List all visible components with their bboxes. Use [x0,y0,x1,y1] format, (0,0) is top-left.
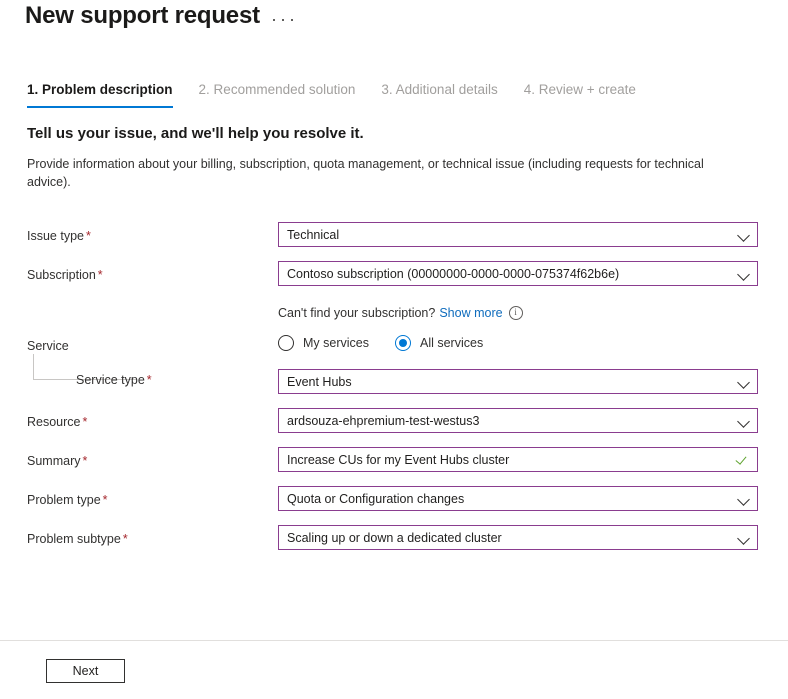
field-row-service: Service My services All services Service… [0,332,788,394]
radio-my-services[interactable]: My services [278,335,369,351]
section-description: Provide information about your billing, … [27,157,704,189]
subscription-dropdown[interactable]: Contoso subscription (00000000-0000-0000… [278,261,758,286]
field-row-problem-subtype: Problem subtype * Scaling up or down a de… [0,525,788,564]
radio-all-services[interactable]: All services [394,335,484,351]
info-icon[interactable] [508,305,523,320]
problem-subtype-dropdown[interactable]: Scaling up or down a dedicated cluster [278,525,758,550]
summary-input[interactable]: Increase CUs for my Event Hubs cluster [278,447,758,472]
issue-type-value: Technical [287,227,340,242]
summary-value: Increase CUs for my Event Hubs cluster [287,452,510,467]
radio-all-services-label: All services [419,336,484,350]
ellipsis-dot [282,19,284,21]
field-row-summary: Summary * Increase CUs for my Event Hubs … [0,447,788,486]
chevron-down-icon [737,267,751,281]
footer-divider [0,640,788,641]
service-type-label: Service type * [76,373,152,387]
page-header: New support request [0,0,788,62]
chevron-down-icon [737,414,751,428]
tab-problem-description[interactable]: 1. Problem description [27,82,173,108]
radio-unselected-icon [278,335,294,351]
required-asterisk: * [102,493,108,507]
wizard-tabs: 1. Problem description 2. Recommended so… [27,82,662,110]
service-type-value: Event Hubs [287,374,352,389]
problem-type-label: Problem type * [27,493,108,507]
field-row-issue-type: Issue type * Technical [0,222,788,261]
section-heading: Tell us your issue, and we'll help you r… [27,125,364,142]
required-asterisk: * [82,454,88,468]
subscription-label: Subscription * [27,268,103,282]
required-asterisk: * [97,268,103,282]
service-type-dropdown[interactable]: Event Hubs [278,369,758,394]
field-row-resource: Resource * ardsouza-ehpremium-test-westus… [0,408,788,447]
summary-label: Summary * [27,454,88,468]
new-support-request-page: New support request 1. Problem descripti… [0,0,788,699]
ellipsis-dot [291,19,293,21]
resource-value: ardsouza-ehpremium-test-westus3 [287,413,480,428]
problem-subtype-label: Problem subtype * [27,532,128,546]
chevron-down-icon [737,531,751,545]
required-asterisk: * [122,532,128,546]
resource-label: Resource * [27,415,88,429]
page-title: New support request [25,2,260,29]
required-asterisk: * [85,229,91,243]
service-label: Service [27,339,69,353]
problem-type-value: Quota or Configuration changes [287,491,465,506]
service-scope-radio-group: My services All services [278,332,509,354]
tab-additional-details[interactable]: 3. Additional details [381,82,497,108]
next-button[interactable]: Next [46,659,125,683]
subscription-hint-row: Can't find your subscription? Show more [0,300,788,332]
chevron-down-icon [737,375,751,389]
field-row-subscription: Subscription * Contoso subscription (0000… [0,261,788,300]
resource-dropdown[interactable]: ardsouza-ehpremium-test-westus3 [278,408,758,433]
tab-review-create[interactable]: 4. Review + create [524,82,636,108]
radio-my-services-label: My services [303,336,369,350]
show-more-link[interactable]: Show more [439,306,502,320]
subscription-value: Contoso subscription (00000000-0000-0000… [287,266,620,281]
checkmark-icon [736,453,751,467]
support-request-form: Issue type * Technical Subscription * Cont… [0,222,788,564]
ellipsis-dot [273,19,275,21]
issue-type-label: Issue type * [27,229,91,243]
subscription-hint: Can't find your subscription? Show more [278,305,523,320]
problem-subtype-value: Scaling up or down a dedicated cluster [287,530,502,545]
more-options-icon[interactable] [273,10,293,30]
required-asterisk: * [82,415,88,429]
chevron-down-icon [737,492,751,506]
field-row-problem-type: Problem type * Quota or Configuration cha… [0,486,788,525]
radio-selected-icon [394,335,411,351]
chevron-down-icon [737,228,751,242]
required-asterisk: * [146,373,152,387]
subscription-hint-text: Can't find your subscription? [278,306,436,320]
problem-type-dropdown[interactable]: Quota or Configuration changes [278,486,758,511]
issue-type-dropdown[interactable]: Technical [278,222,758,247]
tab-recommended-solution[interactable]: 2. Recommended solution [199,82,356,108]
